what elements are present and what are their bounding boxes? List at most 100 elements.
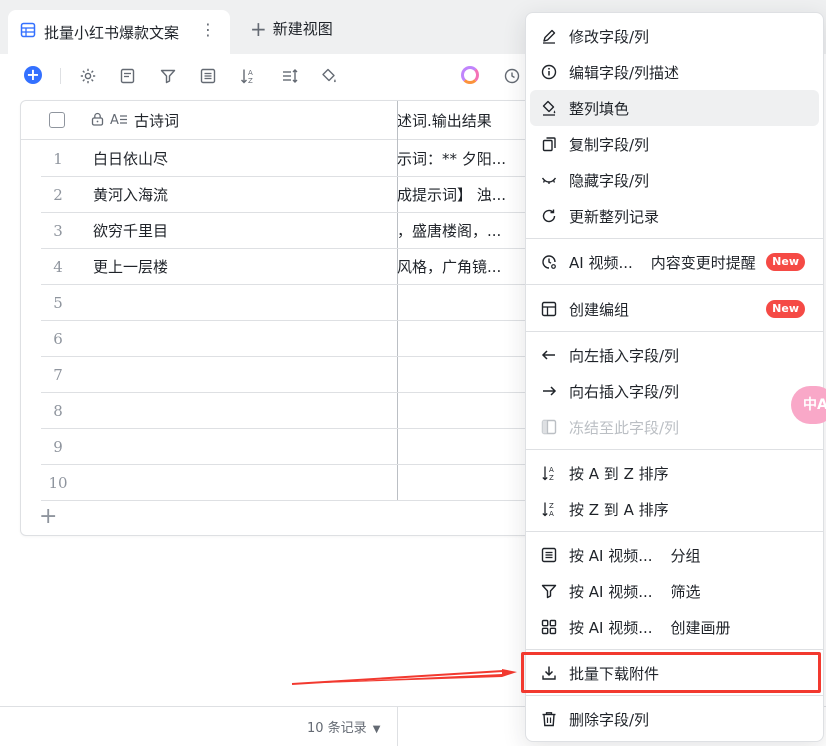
table-row[interactable]: 1 白日依山尽 示词：** 夕阳... bbox=[41, 141, 539, 177]
add-record-icon[interactable]: + bbox=[24, 66, 42, 84]
menu-change-alert[interactable]: AI 视频... 内容变更时提醒 New bbox=[530, 244, 819, 280]
poem-cell[interactable] bbox=[93, 357, 393, 393]
poem-cell[interactable]: 白日依山尽 bbox=[93, 141, 393, 177]
svg-text:Z: Z bbox=[549, 474, 554, 481]
menu-divider bbox=[526, 449, 823, 450]
fill-color-icon[interactable] bbox=[319, 66, 339, 86]
tab-active-view[interactable]: 批量小红书爆款文案 ⋮ bbox=[8, 10, 230, 54]
field-config-icon[interactable] bbox=[118, 66, 138, 86]
row-number: 5 bbox=[53, 294, 63, 312]
svg-text:A: A bbox=[110, 113, 119, 126]
menu-gallery-by[interactable]: 按 AI 视频... 创建画册 bbox=[530, 609, 819, 645]
sort-descending-icon: ZA bbox=[540, 500, 558, 518]
grid-header: A 古诗词 述词.输出结果 bbox=[21, 101, 539, 140]
poem-cell[interactable]: 更上一层楼 bbox=[93, 249, 393, 285]
settings-icon[interactable] bbox=[78, 66, 98, 86]
add-row-plus-icon[interactable]: + bbox=[39, 506, 57, 528]
poem-cell[interactable] bbox=[93, 465, 393, 501]
svg-text:Z: Z bbox=[549, 502, 554, 510]
svg-text:A: A bbox=[248, 69, 253, 77]
output-cell[interactable] bbox=[397, 357, 537, 393]
poem-cell[interactable] bbox=[93, 321, 393, 357]
table-row[interactable]: 10 bbox=[41, 465, 539, 501]
poem-cell[interactable] bbox=[93, 393, 393, 429]
table-row[interactable]: 5 bbox=[41, 285, 539, 321]
table-row[interactable]: 8 bbox=[41, 393, 539, 429]
translate-bubble[interactable]: 中A bbox=[791, 386, 826, 424]
menu-edit-field[interactable]: 修改字段/列 bbox=[530, 18, 819, 54]
translate-bubble-label: 中A bbox=[803, 397, 826, 413]
new-badge: New bbox=[766, 253, 805, 271]
filter-icon[interactable] bbox=[158, 66, 178, 86]
table-row[interactable]: 3 欲穷千里目 ，盛唐楼阁，... bbox=[41, 213, 539, 249]
menu-insert-right[interactable]: 向右插入字段/列 bbox=[530, 373, 819, 409]
column-header-output[interactable]: 述词.输出结果 bbox=[397, 101, 492, 140]
menu-insert-left[interactable]: 向左插入字段/列 bbox=[530, 337, 819, 373]
pencil-icon bbox=[540, 27, 558, 45]
output-cell[interactable] bbox=[397, 429, 537, 465]
menu-refresh-records[interactable]: 更新整列记录 bbox=[530, 198, 819, 234]
row-number: 7 bbox=[53, 366, 63, 384]
output-cell[interactable] bbox=[397, 321, 537, 357]
menu-fill-color[interactable]: 整列填色 bbox=[530, 90, 819, 126]
poem-cell[interactable] bbox=[93, 429, 393, 465]
record-count-label: 10 条记录 bbox=[307, 721, 367, 736]
column-header-poem[interactable]: A 古诗词 bbox=[91, 101, 179, 140]
poem-cell[interactable] bbox=[93, 285, 393, 321]
menu-group-by[interactable]: 按 AI 视频... 分组 bbox=[530, 537, 819, 573]
menu-divider bbox=[526, 695, 823, 696]
menu-filter-by-label: 筛选 bbox=[670, 582, 701, 601]
row-height-icon[interactable] bbox=[280, 66, 300, 86]
menu-hide-field[interactable]: 隐藏字段/列 bbox=[530, 162, 819, 198]
menu-create-group[interactable]: 创建编组 New bbox=[530, 291, 819, 327]
output-cell[interactable] bbox=[397, 465, 537, 501]
column-header-poem-label: 古诗词 bbox=[134, 112, 180, 130]
table-row[interactable]: 9 bbox=[41, 429, 539, 465]
table-row[interactable]: 2 黄河入海流 成提示词】 浊... bbox=[41, 177, 539, 213]
tab-active-label: 批量小红书爆款文案 bbox=[44, 23, 180, 42]
menu-sort-az[interactable]: AZ 按 A 到 Z 排序 bbox=[530, 455, 819, 491]
column-header-output-label: 述词.输出结果 bbox=[397, 112, 492, 130]
lock-icon bbox=[91, 112, 104, 130]
menu-freeze-label: 冻结至此字段/列 bbox=[569, 418, 680, 437]
copy-icon bbox=[540, 135, 558, 153]
menu-change-alert-label: 内容变更时提醒 bbox=[650, 253, 756, 272]
sort-icon[interactable]: AZ bbox=[238, 66, 258, 86]
group-icon[interactable] bbox=[198, 66, 218, 86]
menu-fill-color-label: 整列填色 bbox=[569, 99, 630, 118]
menu-sort-az-label: 按 A 到 Z 排序 bbox=[569, 464, 669, 483]
select-all-checkbox[interactable] bbox=[49, 112, 65, 128]
group-list-icon bbox=[540, 546, 558, 564]
arrow-right-icon bbox=[540, 382, 558, 400]
menu-edit-description[interactable]: 编辑字段/列描述 bbox=[530, 54, 819, 90]
svg-text:A: A bbox=[549, 510, 554, 517]
record-count-dropdown[interactable]: 10 条记录 ▼ bbox=[307, 717, 380, 736]
table-row[interactable]: 4 更上一层楼 风格，广角镜... bbox=[41, 249, 539, 285]
grid-view-icon bbox=[20, 22, 36, 42]
download-icon bbox=[540, 664, 558, 682]
menu-filter-by[interactable]: 按 AI 视频... 筛选 bbox=[530, 573, 819, 609]
menu-batch-download[interactable]: 批量下载附件 bbox=[530, 655, 819, 691]
menu-copy-field[interactable]: 复制字段/列 bbox=[530, 126, 819, 162]
output-cell[interactable] bbox=[397, 285, 537, 321]
output-cell[interactable]: ，盛唐楼阁，... bbox=[397, 213, 537, 249]
menu-edit-field-label: 修改字段/列 bbox=[569, 27, 650, 46]
toolbar-divider bbox=[60, 68, 61, 84]
poem-cell[interactable]: 欲穷千里目 bbox=[93, 213, 393, 249]
poem-cell[interactable]: 黄河入海流 bbox=[93, 177, 393, 213]
menu-sort-za[interactable]: ZA 按 Z 到 A 排序 bbox=[530, 491, 819, 527]
table-row[interactable]: 7 bbox=[41, 357, 539, 393]
menu-divider bbox=[526, 284, 823, 285]
output-cell[interactable]: 成提示词】 浊... bbox=[397, 177, 537, 213]
output-cell[interactable]: 风格，广角镜... bbox=[397, 249, 537, 285]
menu-delete-field[interactable]: 删除字段/列 bbox=[530, 701, 819, 737]
output-cell[interactable] bbox=[397, 393, 537, 429]
row-number: 8 bbox=[53, 402, 63, 420]
menu-filter-by-field: 按 AI 视频... bbox=[569, 582, 653, 601]
output-cell[interactable]: 示词：** 夕阳... bbox=[397, 141, 537, 177]
table-row[interactable]: 6 bbox=[41, 321, 539, 357]
clock-icon[interactable] bbox=[502, 66, 522, 86]
new-view-button[interactable]: + 新建视图 bbox=[250, 18, 333, 39]
more-vertical-icon[interactable]: ⋮ bbox=[200, 22, 216, 38]
ai-assistant-icon[interactable] bbox=[461, 66, 479, 84]
